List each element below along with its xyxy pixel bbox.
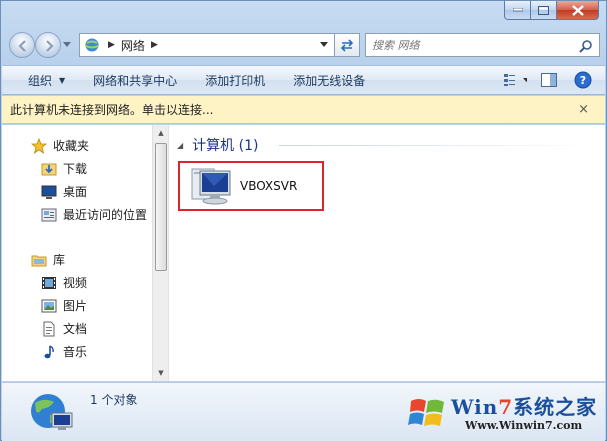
view-controls: ? [503,69,595,91]
item-count: 1 个对象 [90,393,138,407]
sidebar-item-downloads[interactable]: 下载 [40,160,87,177]
search-icon[interactable] [579,39,593,53]
address-dropdown-icon[interactable] [320,42,328,48]
info-bar-close-button[interactable]: × [578,102,589,117]
pictures-library-icon [40,298,58,314]
maximize-button[interactable] [531,1,557,20]
scrollbar-thumb[interactable] [155,143,167,271]
help-icon: ? [574,71,592,89]
sidebar-item-label: 视频 [63,276,88,290]
view-options-icon [504,74,527,86]
computer-item-label: VBOXSVR [240,179,298,193]
group-header-computers[interactable]: ◢ 计算机 (1) [177,135,258,155]
recent-pages-chevron-icon[interactable] [63,42,71,48]
organize-label: 组织 [28,73,53,88]
search-input[interactable] [372,38,572,52]
caption-buttons [504,1,599,20]
site-watermark: Win7系统之家 Www.Winwin7.com [405,387,601,439]
collapse-triangle-icon[interactable]: ◢ [177,141,183,150]
add-printer-button[interactable]: 添加打印机 [191,68,279,92]
group-divider [279,145,597,146]
sidebar-item-desktop[interactable]: 桌面 [40,183,87,200]
chevron-down-icon: ▼ [59,75,66,85]
sidebar-item-recent-places[interactable]: 最近访问的位置 [40,206,147,223]
sidebar-item-label: 音乐 [63,345,88,359]
maximize-icon [538,5,549,15]
content-pane: ◢ 计算机 (1) VBOXSVR [169,125,605,381]
minimize-button[interactable] [504,1,531,20]
library-folder-icon [30,252,48,268]
scroll-down-icon[interactable]: ▼ [153,365,169,381]
back-arrow-icon [18,40,26,52]
desktop-icon [40,184,58,200]
refresh-button[interactable] [335,33,360,57]
music-library-icon [40,344,58,360]
documents-library-icon [40,321,58,337]
info-bar[interactable]: 此计算机未连接到网络。单击以连接... × [2,96,605,124]
command-bar: 组织 ▼ 网络和共享中心 添加打印机 添加无线设备 ? [2,65,605,95]
close-button[interactable] [557,1,599,20]
main-area: 收藏夹 下载 桌面 最近访问的位置 库 视频 图片 文档 音乐 ▲ ▼ ◢ 计算… [2,125,605,381]
sidebar-item-label: 最近访问的位置 [63,208,148,222]
navigation-row: ▶ 网络 ▶ [9,31,600,59]
address-bar[interactable]: ▶ 网络 ▶ [79,33,335,57]
close-icon [571,4,584,16]
watermark-url: Www.Winwin7.com [465,419,583,432]
help-button[interactable]: ? [571,69,595,91]
sidebar-item-documents[interactable]: 文档 [40,320,87,337]
group-header-label: 计算机 (1) [192,138,259,154]
sidebar-item-pictures[interactable]: 图片 [40,297,87,314]
sidebar-libraries[interactable]: 库 [30,251,65,268]
sidebar-item-label: 桌面 [63,185,88,199]
navigation-pane-scrollbar[interactable]: ▲ ▼ [152,125,168,381]
breadcrumb-network[interactable]: 网络 [121,37,145,54]
network-sharing-center-button[interactable]: 网络和共享中心 [79,68,191,92]
sidebar-favorites-label: 收藏夹 [53,139,90,153]
windows-logo-icon [408,399,444,426]
organize-button[interactable]: 组织 ▼ [2,68,79,92]
navigation-pane: 收藏夹 下载 桌面 最近访问的位置 库 视频 图片 文档 音乐 [2,125,152,381]
watermark-title: Win7系统之家 [451,395,598,419]
star-icon [30,137,48,154]
change-view-button[interactable] [503,69,527,91]
sidebar-item-label: 文档 [63,322,88,336]
sidebar-item-videos[interactable]: 视频 [40,274,87,291]
svg-text:?: ? [580,74,586,87]
search-box[interactable] [365,33,600,57]
back-button[interactable] [9,32,35,58]
sidebar-libraries-label: 库 [53,253,66,267]
explorer-window: ▶ 网络 ▶ 组织 ▼ 网络和共享中心 添加打印机 添加无线设备 [0,0,607,441]
computer-icon [191,168,231,205]
forward-button[interactable] [35,32,61,58]
sidebar-item-label: 图片 [63,299,88,313]
computer-item-vboxsvr[interactable]: VBOXSVR [178,161,324,211]
sidebar-item-music[interactable]: 音乐 [40,343,87,360]
recent-places-icon [40,207,58,223]
add-wireless-device-button[interactable]: 添加无线设备 [279,68,379,92]
download-folder-icon [40,161,58,177]
network-globe-icon [31,394,73,430]
sidebar-favorites[interactable]: 收藏夹 [30,137,89,154]
info-bar-message[interactable]: 此计算机未连接到网络。单击以连接... [10,101,213,118]
scroll-up-icon[interactable]: ▲ [153,125,169,141]
breadcrumb-separator-icon[interactable]: ▶ [151,40,158,50]
breadcrumb-separator-icon: ▶ [108,40,115,50]
refresh-icon [340,39,354,52]
preview-pane-icon [541,73,557,87]
sidebar-item-label: 下载 [63,162,88,176]
network-globe-icon [85,38,99,52]
minimize-icon [512,8,523,12]
preview-pane-button[interactable] [537,69,561,91]
video-library-icon [40,275,58,291]
details-pane: 1 个对象 Win7系统之家 Www.Winwin7.com [2,382,605,441]
forward-arrow-icon [46,40,54,52]
